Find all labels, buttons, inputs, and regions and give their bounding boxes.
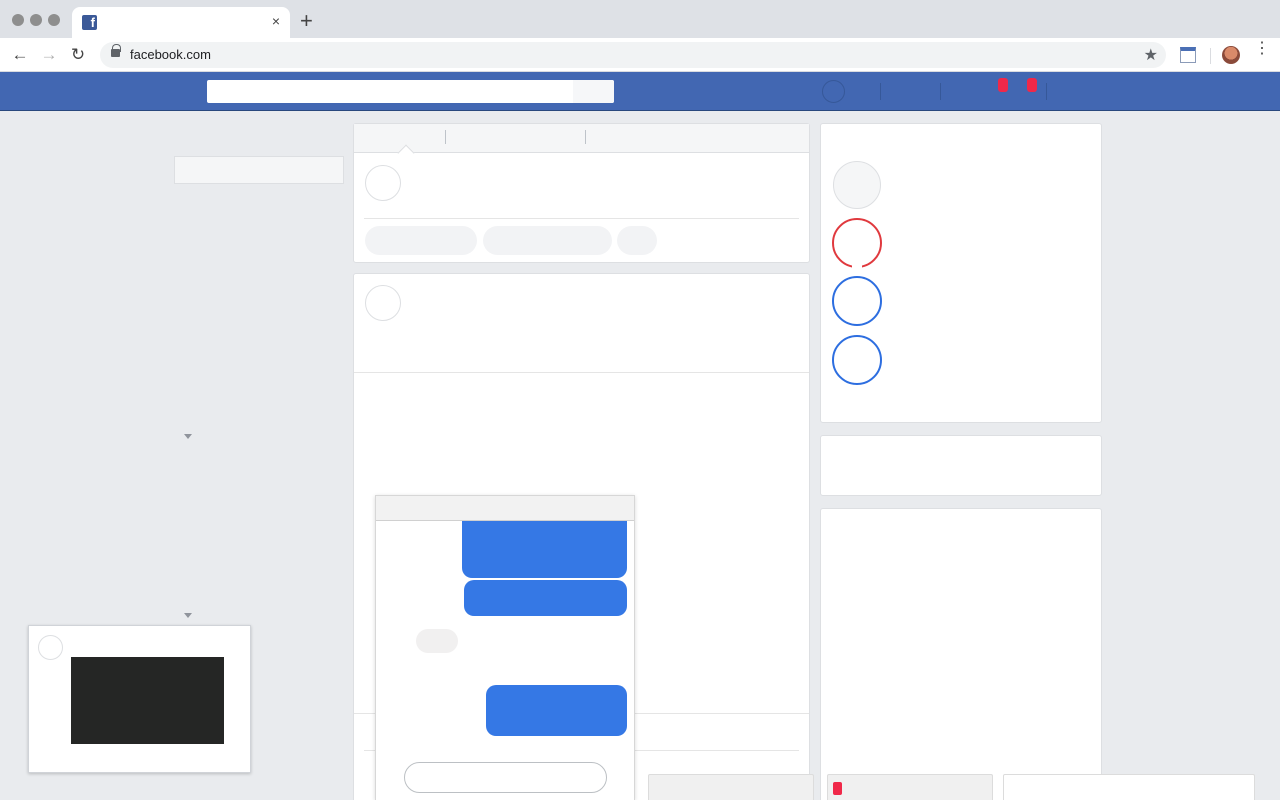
chat-message-input[interactable] [404,762,607,793]
composer-divider [364,218,799,219]
facebook-search-button[interactable] [573,80,614,103]
chat-sidebar-tab[interactable] [1003,774,1255,800]
story-ring-gap [852,264,862,269]
new-tab-button[interactable]: + [300,9,313,33]
window-zoom-dot[interactable] [48,14,60,26]
unread-badge [833,782,842,795]
post-header-divider [354,372,809,373]
star-icon[interactable]: ★ [1144,45,1158,65]
nav-separator [1046,83,1047,100]
story-item[interactable] [832,218,882,269]
browser-toolbar: ← → ↻ facebook.com ★ ⋮ [0,38,1280,72]
extension-icon[interactable] [1180,47,1196,63]
messages-badge[interactable] [1027,78,1037,92]
add-story-button[interactable] [833,161,881,209]
incoming-message[interactable] [416,629,458,653]
outgoing-message[interactable] [462,521,627,578]
story-item[interactable] [832,335,882,385]
chat-dock-tab[interactable] [648,774,814,800]
video-popout [28,625,251,773]
outgoing-message[interactable] [464,580,627,616]
video-player[interactable] [71,657,224,744]
tab-divider [585,130,586,144]
nav-separator [880,83,881,100]
nav-separator [940,83,941,100]
composer-action-photo[interactable] [365,226,477,255]
profile-link-avatar[interactable] [822,80,845,103]
left-nav-search-field[interactable] [174,156,344,184]
right-rail-panel [820,508,1102,800]
chevron-down-icon[interactable] [184,434,192,439]
lock-icon [111,44,121,57]
kebab-menu-icon[interactable]: ⋮ [1254,41,1270,57]
facebook-icon: f [82,15,97,30]
chat-header[interactable] [376,496,634,521]
tab-divider [445,130,446,144]
composer-avatar[interactable] [365,165,401,201]
address-bar[interactable]: facebook.com ★ [100,42,1166,68]
outgoing-message[interactable] [486,685,627,736]
composer-action-more[interactable] [617,226,657,255]
window-close-dot[interactable] [12,14,24,26]
chat-window [375,495,635,800]
toolbar-divider [1210,48,1211,64]
composer-action-tag[interactable] [483,226,612,255]
close-icon[interactable]: × [272,13,280,29]
video-owner-avatar[interactable] [38,635,63,660]
address-url[interactable]: facebook.com [130,47,211,62]
reload-button[interactable]: ↻ [67,44,89,66]
forward-button[interactable]: → [38,44,60,66]
story-item[interactable] [832,276,882,326]
browser-tab-facebook[interactable]: f × [72,7,290,38]
composer-tabs [354,124,809,153]
profile-avatar[interactable] [1222,46,1240,64]
window-minimize-dot[interactable] [30,14,42,26]
facebook-search-input[interactable] [207,80,614,103]
friend-requests-badge[interactable] [998,78,1008,92]
chat-dock-tab[interactable] [827,774,993,800]
browser-tab-strip: f × + [0,0,1280,38]
back-button[interactable]: ← [9,44,31,66]
post-author-avatar[interactable] [365,285,401,321]
chevron-down-icon[interactable] [184,613,192,618]
facebook-top-bar [0,72,1280,111]
right-rail-widget [820,435,1102,496]
